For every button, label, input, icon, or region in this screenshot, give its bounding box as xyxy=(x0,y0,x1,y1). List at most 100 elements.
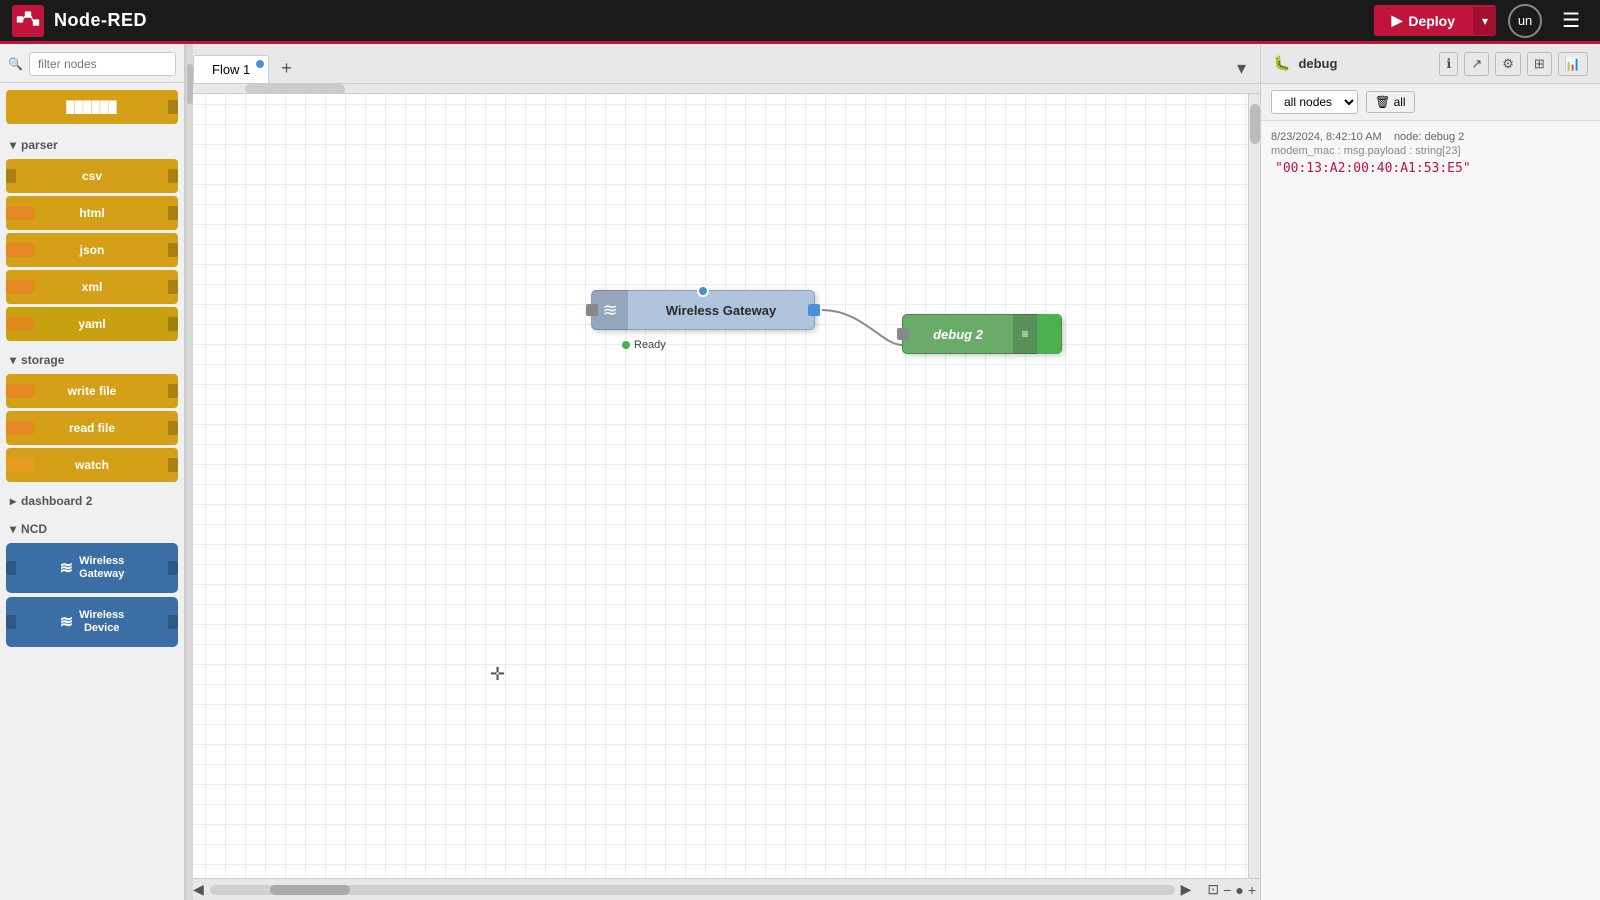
node-red-logo xyxy=(12,5,44,37)
debug-node-name: node: debug 2 xyxy=(1394,131,1464,143)
sidebar-section-dashboard2[interactable]: ▸ dashboard 2 xyxy=(6,488,178,512)
debug-node-status-btn[interactable] xyxy=(1037,314,1061,354)
status-indicator xyxy=(622,341,630,349)
status-text: Ready xyxy=(634,339,666,351)
debug-node-label: debug 2 xyxy=(903,327,1013,342)
scroll-right-button[interactable]: ▶ xyxy=(1177,880,1196,899)
scrollbar-thumb xyxy=(270,885,350,895)
trash-icon: 🗑 xyxy=(1375,95,1390,109)
debug-clear-button[interactable]: 🗑 all xyxy=(1366,91,1415,113)
flow-tab-label: Flow 1 xyxy=(212,62,250,77)
debug-entry: 8/23/2024, 8:42:10 AM node: debug 2 mode… xyxy=(1271,131,1590,178)
list-item[interactable]: watch xyxy=(6,448,178,482)
wireless-gateway-node[interactable]: ≋ Wireless Gateway Ready xyxy=(591,290,815,330)
vertical-scrollbar-thumb xyxy=(1250,104,1260,144)
deploy-label: Deploy xyxy=(1408,13,1455,29)
flow-tabs: Flow 1 + ▾ xyxy=(185,44,1260,84)
node-list: ▉▉▉▉▉▉ ▾ parser csv html json xyxy=(0,83,184,900)
node-port-in[interactable] xyxy=(586,304,598,316)
list-item[interactable]: read file xyxy=(6,411,178,445)
zoom-out-button[interactable]: − xyxy=(1223,882,1231,898)
debug-panel-icon: 🐛 xyxy=(1273,55,1290,72)
tab-unsaved-dot xyxy=(256,60,264,68)
debug-settings-button[interactable]: ⚙ xyxy=(1495,52,1521,76)
list-item[interactable]: json xyxy=(6,233,178,267)
list-item[interactable]: html xyxy=(6,196,178,230)
node-top-connector xyxy=(697,285,709,297)
wifi-icon: ≋ xyxy=(60,558,73,578)
debug-panel-tools: ℹ ↗ ⚙ ⊞ 📊 xyxy=(1439,52,1588,76)
sidebar-section-ncd-label: NCD xyxy=(21,522,47,536)
debug-timestamp: 8/23/2024, 8:42:10 AM xyxy=(1271,131,1382,143)
palette-wireless-gateway[interactable]: ≋ WirelessGateway xyxy=(6,543,178,593)
debug-info-button[interactable]: ℹ xyxy=(1439,52,1458,76)
zoom-fit-button[interactable]: ● xyxy=(1235,882,1243,898)
list-item[interactable]: csv xyxy=(6,159,178,193)
sidebar-section-storage-label: storage xyxy=(21,353,64,367)
debug-export-button[interactable]: ↗ xyxy=(1464,52,1489,76)
node-port-out[interactable] xyxy=(808,304,820,316)
sidebar-section-parser[interactable]: ▾ parser xyxy=(6,132,178,156)
debug-filter-button[interactable]: ⊞ xyxy=(1527,52,1552,76)
main-layout: 🔍 ▉▉▉▉▉▉ ▾ parser csv html xyxy=(0,44,1600,900)
horizontal-scrollbar[interactable] xyxy=(210,885,1175,895)
deploy-button[interactable]: ▶ Deploy xyxy=(1374,5,1473,36)
chevron-down-icon-storage: ▾ xyxy=(10,353,16,367)
user-label: un xyxy=(1518,13,1532,28)
node-palette: 🔍 ▉▉▉▉▉▉ ▾ parser csv html xyxy=(0,44,185,900)
debug-panel-title: debug xyxy=(1298,56,1337,71)
zoom-in-button[interactable]: + xyxy=(1248,882,1256,898)
logo-area: Node-RED xyxy=(12,5,147,37)
debug-entry-path: modem_mac : msg.payload : string[23] xyxy=(1271,145,1590,157)
wireless-gateway-icon: ≋ xyxy=(602,300,617,321)
chevron-down-icon-ncd: ▾ xyxy=(10,522,16,536)
palette-wireless-device-label: WirelessDevice xyxy=(79,609,124,635)
wifi-device-icon: ≋ xyxy=(60,612,73,632)
debug-node-port-in[interactable] xyxy=(897,328,909,340)
deploy-button-group: ▶ Deploy ▾ xyxy=(1374,5,1497,36)
sidebar-section-storage[interactable]: ▾ storage xyxy=(6,347,178,371)
hamburger-menu-button[interactable]: ☰ xyxy=(1554,4,1588,37)
add-flow-button[interactable]: + xyxy=(273,54,300,83)
debug-entry-value: "00:13:A2:00:40:A1:53:E5" xyxy=(1271,159,1590,178)
sidebar-section-dashboard2-label: dashboard 2 xyxy=(21,494,92,508)
flow-canvas[interactable]: ≋ Wireless Gateway Ready debug 2 ≡ xyxy=(185,84,1260,878)
debug-node-menu[interactable]: ≡ xyxy=(1013,314,1037,354)
sidebar-section-parser-label: parser xyxy=(21,138,58,152)
chevron-right-icon-dashboard2: ▸ xyxy=(10,494,16,508)
flow-tab-menu-button[interactable]: ▾ xyxy=(1231,54,1252,83)
node-status: Ready xyxy=(622,339,666,351)
canvas-wires xyxy=(185,84,1260,878)
flow-tab-flow1[interactable]: Flow 1 xyxy=(193,55,269,83)
debug-filter-bar: all nodes 🗑 all xyxy=(1261,84,1600,121)
sidebar-section-ncd[interactable]: ▾ NCD xyxy=(6,516,178,540)
search-icon: 🔍 xyxy=(8,57,23,71)
debug-node[interactable]: debug 2 ≡ xyxy=(902,314,1062,354)
canvas-area: Flow 1 + ▾ xyxy=(185,44,1260,900)
palette-wireless-gateway-label: WirelessGateway xyxy=(79,555,124,581)
debug-entry-meta: 8/23/2024, 8:42:10 AM node: debug 2 xyxy=(1271,131,1590,143)
deploy-dropdown-button[interactable]: ▾ xyxy=(1473,7,1496,35)
debug-chart-button[interactable]: 📊 xyxy=(1558,52,1588,76)
debug-panel-header: 🐛 debug ℹ ↗ ⚙ ⊞ 📊 xyxy=(1261,44,1600,84)
list-item[interactable]: yaml xyxy=(6,307,178,341)
deploy-icon: ▶ xyxy=(1392,12,1403,29)
filter-bar: 🔍 xyxy=(0,44,184,83)
zoom-controls: ⊡ − ● + xyxy=(1207,881,1256,898)
debug-panel: 🐛 debug ℹ ↗ ⚙ ⊞ 📊 all nodes 🗑 all 8/2 xyxy=(1260,44,1600,900)
bottom-scrollbar-area: ◀ ▶ ⊡ − ● + xyxy=(185,878,1260,900)
list-item[interactable]: ▉▉▉▉▉▉ xyxy=(6,90,178,124)
debug-panel-content: 8/23/2024, 8:42:10 AM node: debug 2 mode… xyxy=(1261,121,1600,900)
user-button[interactable]: un xyxy=(1508,4,1542,38)
list-item[interactable]: xml xyxy=(6,270,178,304)
palette-wireless-device[interactable]: ≋ WirelessDevice xyxy=(6,597,178,647)
canvas-vertical-scrollbar[interactable] xyxy=(1248,84,1260,878)
list-item[interactable]: write file xyxy=(6,374,178,408)
fit-view-button[interactable]: ⊡ xyxy=(1207,881,1219,898)
wireless-gateway-label: Wireless Gateway xyxy=(628,303,814,318)
chevron-down-icon: ▾ xyxy=(10,138,16,152)
app-title: Node-RED xyxy=(54,10,147,31)
debug-filter-select[interactable]: all nodes xyxy=(1271,90,1358,114)
cursor-indicator: ✛ xyxy=(490,664,505,685)
filter-nodes-input[interactable] xyxy=(29,52,176,76)
